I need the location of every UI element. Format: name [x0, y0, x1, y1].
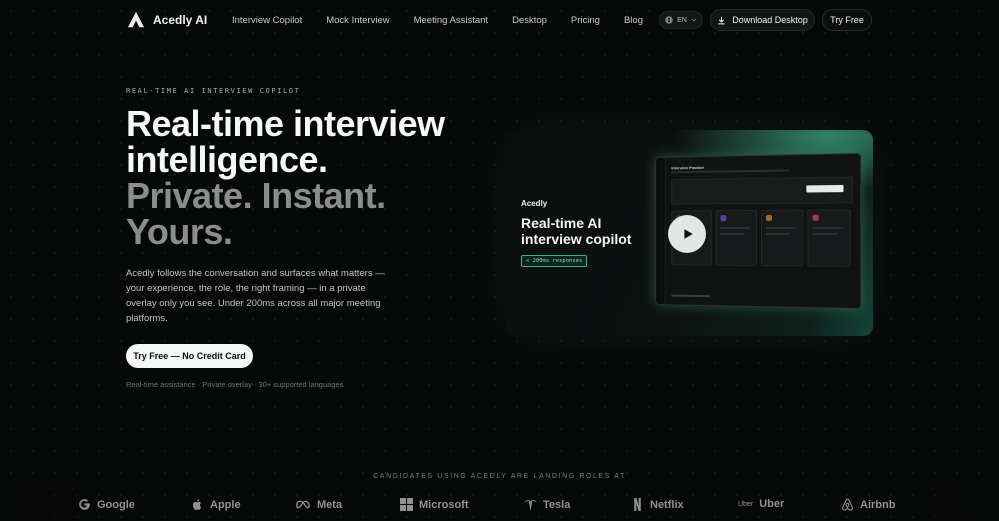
meta-icon [296, 500, 310, 509]
nav-link-pricing[interactable]: Pricing [571, 15, 600, 26]
latency-badge: < 200ms responses [521, 255, 588, 267]
logo-label: Netflix [650, 498, 684, 511]
preview-tile [807, 209, 851, 267]
preview-tile-line [812, 233, 838, 236]
logo-label: Airbnb [860, 498, 896, 511]
nav-link-desktop[interactable]: Desktop [512, 15, 547, 26]
play-icon [684, 229, 693, 239]
logo-label: Apple [210, 498, 241, 511]
demo-video-card[interactable]: Acedly Real-time AI interview copilot < … [505, 130, 873, 336]
preview-title: Interview Practice [671, 164, 705, 171]
preview-tile-line [812, 226, 844, 229]
brand-logo[interactable]: Acedly AI [127, 11, 207, 29]
nav-links: Interview Copilot Mock Interview Meeting… [232, 15, 667, 26]
download-desktop-button[interactable]: Download Desktop [710, 9, 815, 31]
globe-icon [665, 16, 673, 24]
preview-tile-line [765, 226, 797, 229]
tesla-icon [524, 499, 537, 511]
preview-tile-line [720, 232, 745, 235]
apple-icon [192, 499, 202, 510]
preview-tile [760, 209, 804, 267]
try-free-cta-button[interactable]: Try Free — No Credit Card [126, 344, 253, 368]
logo-label: Microsoft [419, 498, 469, 511]
download-icon [718, 16, 725, 24]
hero-heading-line-2: intelligence. [126, 139, 328, 180]
acedly-logo-icon [127, 11, 145, 28]
preview-tile-icon [812, 214, 819, 221]
brand-name: Acedly AI [153, 13, 208, 27]
preview-tile-line [720, 227, 751, 230]
uber-icon: Uber [738, 500, 754, 508]
logo-label: Tesla [543, 498, 571, 511]
hero-eyebrow: REAL-TIME AI INTERVIEW COPILOT [126, 87, 301, 95]
logo-label: Google [97, 498, 135, 511]
preview-banner [671, 176, 853, 205]
logo-apple: Apple [191, 498, 241, 511]
language-code: EN [677, 16, 687, 24]
logo-airbnb: Airbnb [841, 498, 895, 511]
logo-microsoft: Microsoft [400, 498, 469, 511]
nav-link-blog[interactable]: Blog [624, 15, 643, 26]
video-brand: Acedly [521, 199, 548, 208]
preview-tile [715, 209, 757, 267]
social-proof-heading: CANDIDATES USING ACEDLY ARE LANDING ROLE… [373, 473, 626, 480]
company-logos-row: Google Apple Meta Microsoft Tesla Netfli… [0, 498, 999, 520]
airbnb-icon [842, 498, 853, 511]
nav-try-free-button[interactable]: Try Free [822, 9, 872, 31]
preview-sidebar [656, 157, 666, 305]
preview-tile-icon [720, 215, 727, 222]
logo-tesla: Tesla [524, 498, 570, 511]
logo-meta: Meta [296, 498, 342, 511]
hero-features-line: Real-time assistance · Private overlay ·… [126, 380, 344, 389]
top-nav: Acedly AI Interview Copilot Mock Intervi… [0, 9, 999, 33]
logos-fade-right [909, 490, 999, 521]
hero-heading-line-4: Yours. [126, 211, 233, 252]
download-desktop-label: Download Desktop [732, 15, 808, 25]
microsoft-icon [400, 498, 413, 511]
hero-heading-line-1: Real-time interview [126, 103, 445, 144]
preview-tile-icon [765, 214, 772, 221]
preview-tile-line [765, 233, 791, 236]
hero-heading-line-3: Private. Instant. [126, 175, 386, 216]
preview-banner-button [806, 184, 844, 193]
netflix-icon [634, 498, 641, 511]
nav-link-meeting-assistant[interactable]: Meeting Assistant [414, 15, 488, 26]
logo-label: Meta [317, 498, 343, 511]
hero-heading: Real-time interview intelligence. Privat… [126, 106, 445, 250]
hero-description: Acedly follows the conversation and surf… [126, 268, 385, 324]
logo-netflix: Netflix [631, 498, 684, 511]
language-selector[interactable]: EN [659, 11, 703, 29]
chevron-down-icon [691, 18, 696, 22]
logo-label: Uber [759, 498, 785, 510]
nav-link-mock-interview[interactable]: Mock Interview [326, 15, 389, 26]
video-title: Real-time AI interview copilot [521, 215, 632, 247]
logos-fade-left [0, 490, 90, 521]
logo-uber: Uber Uber [738, 498, 784, 510]
preview-footer-bar [671, 294, 710, 298]
nav-link-interview-copilot[interactable]: Interview Copilot [232, 15, 302, 26]
play-video-button[interactable] [668, 215, 706, 253]
